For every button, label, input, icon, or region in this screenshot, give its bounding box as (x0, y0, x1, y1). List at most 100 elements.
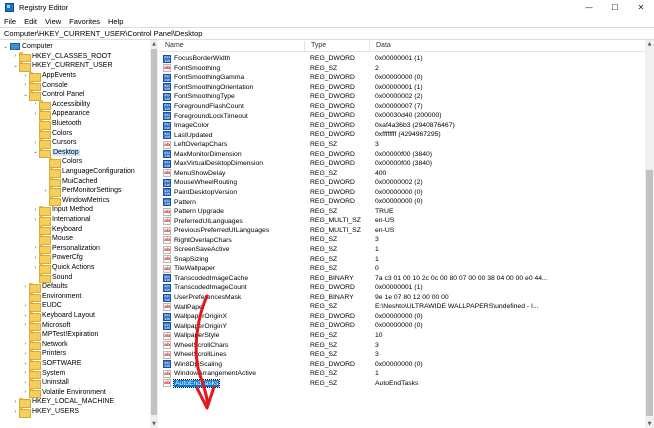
expand-chevron-icon[interactable]: › (22, 321, 29, 329)
tree-item[interactable]: › HKEY_USERS (12, 407, 79, 418)
table-row[interactable]: ab FontSmoothing REG_SZ 2 (159, 64, 644, 74)
expand-chevron-icon[interactable]: › (42, 187, 49, 195)
close-button[interactable]: ✕ (628, 0, 654, 15)
minimize-button[interactable]: — (576, 0, 602, 15)
menu-file[interactable]: File (4, 17, 16, 26)
menu-view[interactable]: View (45, 17, 61, 26)
table-row[interactable]: ab RightOverlapChars REG_SZ 3 (159, 235, 644, 245)
table-row[interactable]: FontSmoothingGamma REG_DWORD 0x00000000 (0… (159, 73, 644, 83)
expand-chevron-icon[interactable]: › (22, 312, 29, 320)
table-row[interactable]: MaxMonitorDimension REG_DWORD 0x00000f00 (… (159, 150, 644, 160)
tree-item[interactable]: › Microsoft (22, 320, 70, 332)
tree-scrollbar[interactable]: ▲ ▼ (150, 40, 158, 428)
tree-item[interactable]: › Printers (22, 349, 66, 360)
table-row[interactable]: ab PreviousPreferredUILanguages REG_MULTI_… (159, 226, 644, 236)
table-row[interactable]: MouseWheelRouting REG_DWORD 0x00000002 (2) (159, 178, 644, 188)
tree-item[interactable]: › SOFTWARE (22, 359, 81, 370)
tree-item[interactable]: Environment (22, 292, 81, 303)
tree-item[interactable]: › Cursors (32, 138, 77, 149)
table-row[interactable]: ab WallPaper REG_SZ E:\Neshto\ULTRAWIDE WAL… (159, 302, 644, 312)
tree-item[interactable]: › Accessibility (32, 100, 90, 111)
tree-item[interactable]: › Keyboard Layout (22, 311, 95, 322)
tree-item[interactable]: Sound (32, 272, 72, 284)
list-scroll-down-arrow-icon[interactable]: ▼ (645, 420, 654, 428)
table-row[interactable]: ForegroundLockTimeout REG_DWORD 0x00030d40… (159, 111, 644, 121)
collapse-chevron-icon[interactable]: ⌄ (12, 62, 19, 70)
tree-item[interactable]: ⌄ Computer (2, 42, 53, 52)
tree-item[interactable]: › Console (22, 80, 68, 92)
table-row[interactable]: WallpaperOriginY REG_DWORD 0x00000000 (0) (159, 321, 644, 331)
tree-item[interactable]: › Defaults (22, 282, 68, 293)
expand-chevron-icon[interactable]: › (22, 72, 29, 80)
tree-item[interactable]: › AppEvents (22, 71, 76, 82)
expand-chevron-icon[interactable]: › (32, 206, 39, 214)
expand-chevron-icon[interactable]: › (12, 408, 19, 416)
table-row[interactable]: ab WallpaperStyle REG_SZ 10 (159, 331, 644, 341)
table-row[interactable]: ab AutoEndTasks REG_SZ AutoEndTasks (159, 378, 644, 389)
menu-help[interactable]: Help (108, 17, 123, 26)
tree-item[interactable]: › PowerCfg (32, 253, 83, 264)
table-row[interactable]: ab SnapSizing REG_SZ 1 (159, 255, 644, 265)
expand-chevron-icon[interactable]: › (32, 110, 39, 118)
expand-chevron-icon[interactable]: › (32, 100, 39, 108)
collapse-chevron-icon[interactable]: ⌄ (2, 43, 9, 51)
tree-item[interactable]: MPTest!Expiration (22, 330, 98, 341)
expand-chevron-icon[interactable]: › (12, 398, 19, 406)
tree-item[interactable]: › HKEY_CLASSES_ROOT (12, 52, 111, 63)
table-row[interactable]: ab LeftOverlapChars REG_SZ 3 (159, 140, 644, 150)
tree-item[interactable]: ⌄ Desktop (32, 148, 80, 159)
tree-item[interactable]: › PerMonitorSettings (42, 186, 122, 197)
tree-scroll-thumb[interactable] (151, 49, 157, 415)
menu-edit[interactable]: Edit (24, 17, 37, 26)
tree-item[interactable]: › System (22, 368, 65, 380)
tree-item[interactable]: MuiCached (42, 176, 97, 188)
scroll-down-arrow-icon[interactable]: ▼ (150, 420, 158, 428)
tree-item[interactable]: › EUDC (22, 301, 62, 312)
expand-chevron-icon[interactable]: › (32, 216, 39, 224)
tree-item[interactable]: › Network (22, 340, 68, 351)
expand-chevron-icon[interactable]: › (22, 379, 29, 387)
values-scrollbar[interactable]: ▲ ▼ (645, 40, 654, 428)
expand-chevron-icon[interactable]: › (32, 264, 39, 272)
tree-item[interactable]: Bluetooth (32, 119, 82, 130)
tree-item[interactable]: › Appearance (32, 109, 90, 120)
expand-chevron-icon[interactable]: › (22, 388, 29, 396)
table-row[interactable]: ab ScreenSaveActive REG_SZ 1 (159, 245, 644, 255)
expand-chevron-icon[interactable]: › (22, 369, 29, 377)
table-row[interactable]: ab WheelScrollChars REG_SZ 3 (159, 341, 644, 351)
table-row[interactable]: ImageColor REG_DWORD 0xaf4a36b3 (294087646… (159, 121, 644, 131)
expand-chevron-icon[interactable]: › (22, 283, 29, 291)
expand-chevron-icon[interactable]: › (32, 254, 39, 262)
expand-chevron-icon[interactable]: › (22, 81, 29, 89)
tree-item[interactable]: LanguageConfiguration (42, 167, 135, 178)
expand-chevron-icon[interactable]: › (22, 302, 29, 310)
collapse-chevron-icon[interactable]: ⌄ (32, 148, 39, 156)
table-row[interactable]: WallpaperOriginX REG_DWORD 0x00000000 (0) (159, 312, 644, 322)
table-row[interactable]: TranscodedImageCache REG_BINARY 7a c3 01 0… (159, 274, 644, 284)
expand-chevron-icon[interactable]: › (22, 360, 29, 368)
tree-item[interactable]: › Input Method (32, 205, 93, 216)
table-row[interactable]: PaintDesktopVersion REG_DWORD 0x00000000 (… (159, 188, 644, 198)
table-row[interactable]: Win8DpiScaling REG_DWORD 0x00000000 (0) (159, 360, 644, 370)
tree-item[interactable]: › Quick Actions (32, 263, 94, 274)
maximize-button[interactable]: ☐ (602, 0, 628, 15)
column-header-name[interactable]: Name (165, 42, 184, 49)
table-row[interactable]: FontSmoothingType REG_DWORD 0x00000002 (2) (159, 92, 644, 102)
table-row[interactable]: FontSmoothingOrientation REG_DWORD 0x00000… (159, 83, 644, 93)
tree-item[interactable]: › International (32, 215, 91, 226)
table-row[interactable]: ab Pattern Upgrade REG_SZ TRUE (159, 207, 644, 217)
tree-item[interactable]: ⌄ HKEY_CURRENT_USER (12, 61, 113, 72)
tree-item[interactable]: ⌄ Control Panel (22, 90, 84, 101)
expand-chevron-icon[interactable]: › (22, 350, 29, 358)
table-row[interactable]: ab PreferredUILanguages REG_MULTI_SZ en-US (159, 216, 644, 226)
tree-item[interactable]: WindowMetrics (42, 196, 109, 207)
expand-chevron-icon[interactable]: › (22, 340, 29, 348)
column-header-type[interactable]: Type (311, 42, 326, 49)
tree-item[interactable]: › Uninstall (22, 378, 69, 389)
collapse-chevron-icon[interactable]: ⌄ (22, 91, 29, 99)
table-row[interactable]: UserPreferencesMask REG_BINARY 9e 1e 07 80… (159, 293, 644, 303)
expand-chevron-icon[interactable]: › (12, 52, 19, 60)
column-header-data[interactable]: Data (376, 42, 391, 49)
scroll-up-arrow-icon[interactable]: ▲ (150, 40, 158, 48)
table-row[interactable]: FocusBorderWidth REG_DWORD 0x00000001 (1) (159, 54, 644, 64)
